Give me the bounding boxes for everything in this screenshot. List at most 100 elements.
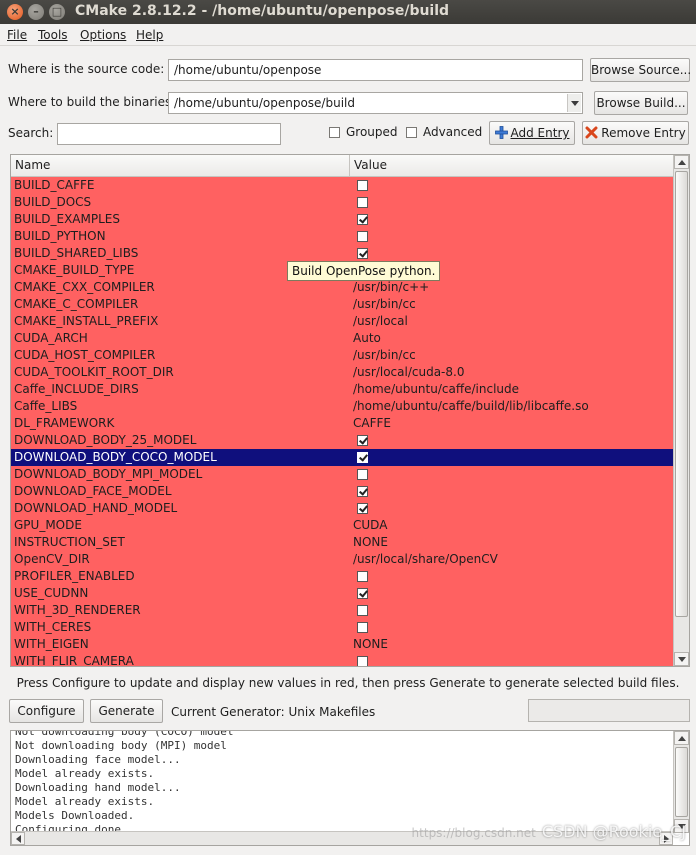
grouped-label: Grouped (346, 125, 398, 139)
row-value-checkbox[interactable] (357, 571, 368, 582)
row-value-checkbox[interactable] (357, 248, 368, 259)
row-value[interactable]: /usr/local/cuda-8.0 (353, 365, 464, 379)
table-row[interactable]: GPU_MODE CUDA (11, 517, 673, 534)
row-value-checkbox[interactable] (357, 503, 368, 514)
advanced-label: Advanced (423, 125, 483, 139)
table-row[interactable]: WITH_CERES (11, 619, 673, 636)
row-value[interactable]: /usr/local/share/OpenCV (353, 552, 498, 566)
row-name: OpenCV_DIR (14, 552, 90, 566)
row-value-checkbox[interactable] (357, 605, 368, 616)
log-scroll-left-icon[interactable] (11, 832, 25, 845)
table-row[interactable]: USE_CUDNN (11, 585, 673, 602)
grouped-checkbox[interactable] (329, 127, 340, 138)
table-row[interactable]: BUILD_EXAMPLES (11, 211, 673, 228)
menu-file[interactable]: File (7, 28, 27, 42)
menu-help[interactable]: Help (136, 28, 163, 42)
table-row[interactable]: BUILD_DOCS (11, 194, 673, 211)
minimize-window-icon[interactable]: – (28, 4, 44, 20)
remove-entry-button[interactable]: Remove Entry (582, 121, 689, 145)
row-value[interactable]: NONE (353, 535, 388, 549)
row-value-checkbox[interactable] (357, 622, 368, 633)
row-value-checkbox[interactable] (357, 469, 368, 480)
search-input[interactable] (57, 123, 281, 145)
watermark: https://blog.csdn.net CSDN @Rookie_CJ (412, 822, 686, 841)
row-name: CUDA_ARCH (14, 331, 88, 345)
table-row[interactable]: Caffe_LIBS/home/ubuntu/caffe/build/lib/l… (11, 398, 673, 415)
row-value-checkbox[interactable] (357, 452, 368, 463)
table-row[interactable]: DOWNLOAD_BODY_MPI_MODEL (11, 466, 673, 483)
table-row[interactable]: CUDA_ARCH Auto (11, 330, 673, 347)
row-name: BUILD_CAFFE (14, 178, 95, 192)
chevron-down-icon[interactable] (567, 94, 581, 112)
row-value-checkbox[interactable] (357, 231, 368, 242)
row-value[interactable]: /home/ubuntu/caffe/include (353, 382, 519, 396)
row-value-checkbox[interactable] (357, 656, 368, 666)
output-lines: Not downloading body (COCO) model Not dow… (15, 731, 234, 837)
row-value-checkbox[interactable] (357, 486, 368, 497)
table-row[interactable]: Caffe_INCLUDE_DIRS/home/ubuntu/caffe/inc… (11, 381, 673, 398)
table-row[interactable]: DOWNLOAD_FACE_MODEL (11, 483, 673, 500)
scroll-down-icon[interactable] (674, 652, 689, 666)
menu-options[interactable]: Options (80, 28, 126, 42)
generate-button[interactable]: Generate (90, 699, 163, 723)
table-row[interactable]: WITH_FLIR_CAMERA (11, 653, 673, 666)
cache-table[interactable]: Name Value BUILD_CAFFE BUILD_DOCS BUILD_EX… (10, 154, 690, 667)
row-value[interactable]: /home/ubuntu/caffe/build/lib/libcaffe.so (353, 399, 589, 413)
close-window-icon[interactable]: × (7, 4, 23, 20)
row-value-checkbox[interactable] (357, 180, 368, 191)
log-scroll-thumb[interactable] (675, 747, 688, 817)
column-header-value[interactable]: Value (354, 158, 387, 172)
table-row[interactable]: DOWNLOAD_HAND_MODEL (11, 500, 673, 517)
column-separator[interactable] (349, 155, 350, 177)
table-row[interactable]: DOWNLOAD_BODY_COCO_MODEL (11, 449, 673, 466)
table-row[interactable]: WITH_3D_RENDERER (11, 602, 673, 619)
watermark-text: CSDN @Rookie_CJ (541, 822, 686, 841)
scroll-up-icon[interactable] (674, 155, 689, 169)
table-row[interactable]: INSTRUCTION_SET NONE (11, 534, 673, 551)
row-value[interactable]: NONE (353, 637, 388, 651)
table-row[interactable]: PROFILER_ENABLED (11, 568, 673, 585)
log-scroll-up-icon[interactable] (674, 731, 689, 745)
menu-tools[interactable]: Tools (38, 28, 68, 42)
row-value[interactable]: /usr/bin/cc (353, 348, 416, 362)
table-row[interactable]: BUILD_PYTHON (11, 228, 673, 245)
row-value[interactable]: CAFFE (353, 416, 391, 430)
row-name: CUDA_TOOLKIT_ROOT_DIR (14, 365, 174, 379)
configure-hint: Press Configure to update and display ne… (16, 676, 680, 690)
row-value[interactable]: CUDA (353, 518, 387, 532)
browse-source-button[interactable]: Browse Source... (590, 58, 691, 82)
table-row[interactable]: DOWNLOAD_BODY_25_MODEL (11, 432, 673, 449)
table-row[interactable]: BUILD_CAFFE (11, 177, 673, 194)
table-row[interactable]: WITH_EIGEN NONE (11, 636, 673, 653)
title-bar: × – □ CMake 2.8.12.2 - /home/ubuntu/open… (0, 0, 696, 24)
row-value[interactable]: Auto (353, 331, 381, 345)
advanced-checkbox[interactable] (406, 127, 417, 138)
table-row[interactable]: CUDA_HOST_COMPILER/usr/bin/cc (11, 347, 673, 364)
row-value[interactable]: /usr/local (353, 314, 408, 328)
scroll-thumb[interactable] (675, 171, 688, 617)
row-value-checkbox[interactable] (357, 214, 368, 225)
configure-button[interactable]: Configure (9, 699, 84, 723)
row-name: BUILD_EXAMPLES (14, 212, 120, 226)
log-vertical-scrollbar[interactable] (673, 731, 689, 833)
log-line: Not downloading body (MPI) model (15, 739, 227, 752)
source-path-input[interactable]: /home/ubuntu/openpose (168, 59, 583, 81)
row-value[interactable]: /usr/bin/c++ (353, 280, 429, 294)
browse-build-button[interactable]: Browse Build... (594, 91, 688, 115)
row-value-checkbox[interactable] (357, 588, 368, 599)
table-row[interactable]: OpenCV_DIR/usr/local/share/OpenCV (11, 551, 673, 568)
table-row[interactable]: DL_FRAMEWORK CAFFE (11, 415, 673, 432)
build-path-combo[interactable]: /home/ubuntu/openpose/build (168, 92, 583, 114)
table-row[interactable]: CUDA_TOOLKIT_ROOT_DIR/usr/local/cuda-8.0 (11, 364, 673, 381)
row-value-checkbox[interactable] (357, 435, 368, 446)
row-value[interactable]: /usr/bin/cc (353, 297, 416, 311)
table-row[interactable]: CMAKE_C_COMPILER/usr/bin/cc (11, 296, 673, 313)
table-vertical-scrollbar[interactable] (673, 155, 689, 666)
table-row[interactable]: CMAKE_CXX_COMPILER/usr/bin/c++ (11, 279, 673, 296)
table-row[interactable]: CMAKE_INSTALL_PREFIX/usr/local (11, 313, 673, 330)
table-row[interactable]: BUILD_SHARED_LIBS (11, 245, 673, 262)
row-value-checkbox[interactable] (357, 197, 368, 208)
column-header-name[interactable]: Name (15, 158, 50, 172)
add-entry-button[interactable]: Add Entry (489, 121, 575, 145)
maximize-window-icon[interactable]: □ (49, 4, 65, 20)
